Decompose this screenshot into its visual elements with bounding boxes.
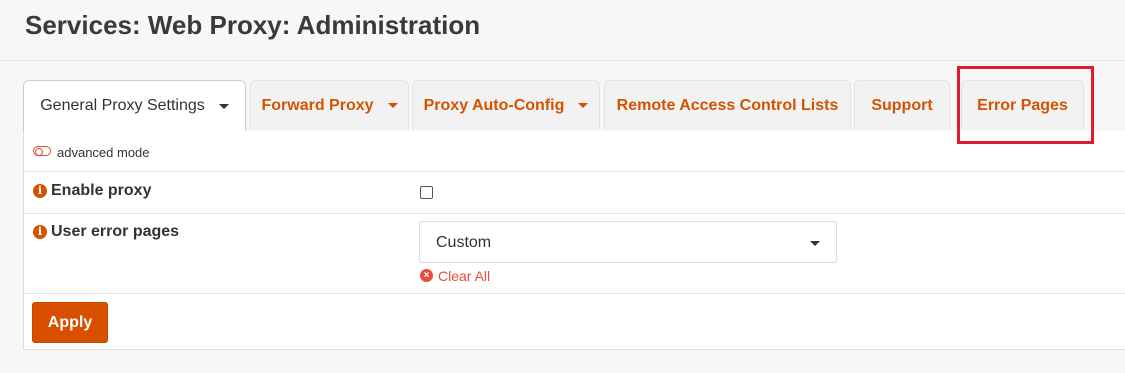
tab-proxy-auto-config[interactable]: Proxy Auto-Config xyxy=(412,80,600,130)
tab-label: Support xyxy=(871,96,933,114)
page-header: Services: Web Proxy: Administration xyxy=(0,0,1125,61)
user-error-pages-row: i User error pages Custom × Clear All xyxy=(24,214,1125,294)
enable-proxy-label: Enable proxy xyxy=(51,182,152,199)
info-icon[interactable]: i xyxy=(33,225,47,239)
chevron-down-icon xyxy=(810,241,820,246)
settings-form: advanced mode i Enable proxy i User erro… xyxy=(23,131,1125,350)
tab-forward-proxy[interactable]: Forward Proxy xyxy=(250,80,409,130)
page-title: Services: Web Proxy: Administration xyxy=(25,10,481,40)
clear-icon[interactable]: × xyxy=(420,269,433,282)
tab-label: Remote Access Control Lists xyxy=(616,96,839,114)
enable-proxy-checkbox[interactable] xyxy=(420,186,433,199)
info-icon[interactable]: i xyxy=(33,184,47,198)
enable-proxy-row: i Enable proxy xyxy=(24,172,1125,214)
tab-bar: General Proxy Settings Forward Proxy Pro… xyxy=(23,80,1125,132)
tab-label: Error Pages xyxy=(977,96,1068,114)
advanced-mode-toggle[interactable] xyxy=(33,146,51,156)
select-value: Custom xyxy=(436,234,492,251)
advanced-mode-row: advanced mode xyxy=(24,131,1125,172)
tab-label: General Proxy Settings xyxy=(40,97,205,114)
advanced-mode-label: advanced mode xyxy=(57,145,150,160)
settings-panel: General Proxy Settings Forward Proxy Pro… xyxy=(23,80,1125,350)
user-error-pages-label: User error pages xyxy=(51,223,180,240)
tab-general-proxy-settings[interactable]: General Proxy Settings xyxy=(23,80,246,132)
user-error-pages-select[interactable]: Custom xyxy=(419,221,837,263)
chevron-down-icon xyxy=(218,103,229,109)
tab-support[interactable]: Support xyxy=(854,80,950,130)
apply-row: Apply xyxy=(24,294,1125,350)
tab-label: Proxy Auto-Config xyxy=(423,96,565,114)
tab-remote-access-control-lists[interactable]: Remote Access Control Lists xyxy=(604,80,851,130)
chevron-down-icon xyxy=(387,103,398,108)
apply-button[interactable]: Apply xyxy=(32,302,108,343)
clear-all-link[interactable]: Clear All xyxy=(438,268,490,284)
chevron-down-icon xyxy=(578,103,589,108)
tab-label: Forward Proxy xyxy=(261,96,374,114)
tab-error-pages[interactable]: Error Pages xyxy=(961,80,1084,130)
